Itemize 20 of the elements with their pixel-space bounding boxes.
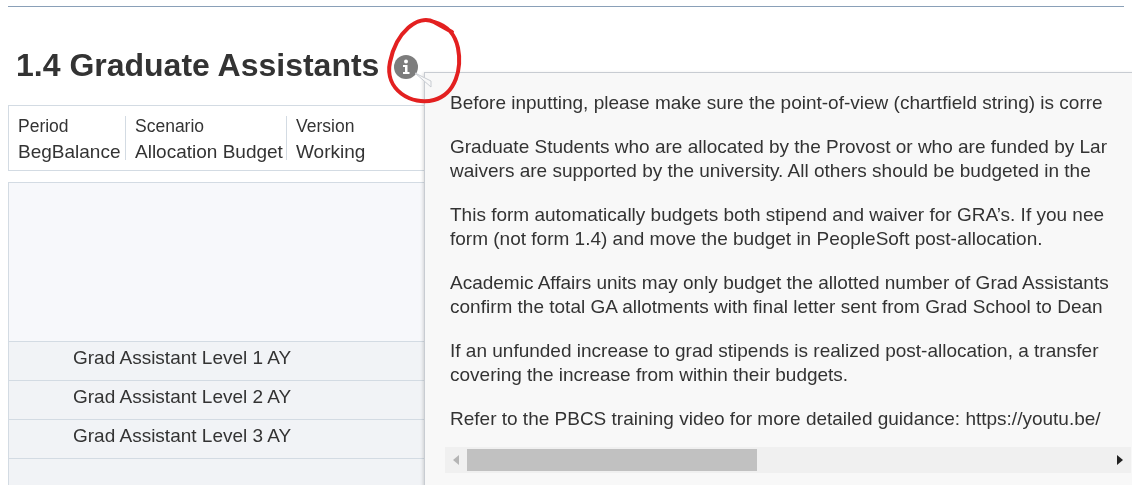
- help-text-line: form (not form 1.4) and move the budget in PeopleSoft post-allocation.: [450, 227, 1044, 251]
- info-icon[interactable]: [393, 54, 420, 80]
- form-title: 1.4 Graduate Assistants: [16, 46, 380, 84]
- help-text-line: If an unfunded increase to grad stipends is realized post-allocation, a transfer: [450, 339, 1100, 363]
- help-text-line: Refer to the PBCS training video for more detailed guidance: https://youtu.be/: [450, 407, 1102, 431]
- help-text-line: waivers are supported by the university. All others should be budgeted in the: [450, 159, 1092, 183]
- pov-label: Version: [296, 116, 356, 137]
- help-text-line: Graduate Students who are allocated by the Provost or who are funded by Lar: [450, 135, 1108, 159]
- pov-value[interactable]: BegBalance: [18, 141, 123, 163]
- pov-label: Period: [18, 116, 70, 137]
- help-text-line: Before inputting, please make sure the point-of-view (chartfield string) is corre: [450, 91, 1104, 115]
- help-text-line: confirm the total GA allotments with final letter sent from Grad School to Dean: [450, 295, 1104, 319]
- pov-value[interactable]: Working: [296, 141, 366, 163]
- pov-label: Scenario: [135, 116, 206, 137]
- help-text-line: Academic Affairs units may only budget the allotted number of Grad Assistants: [450, 271, 1110, 295]
- pov-value[interactable]: Allocation Budget: [135, 141, 284, 163]
- help-text-line: This form automatically budgets both stipend and waiver for GRA’s. If you nee: [450, 203, 1106, 227]
- help-text-line: covering the increase from within their budgets.: [450, 363, 850, 387]
- horizontal-scrollbar[interactable]: [445, 447, 1131, 473]
- scrollbar-thumb[interactable]: [467, 449, 757, 471]
